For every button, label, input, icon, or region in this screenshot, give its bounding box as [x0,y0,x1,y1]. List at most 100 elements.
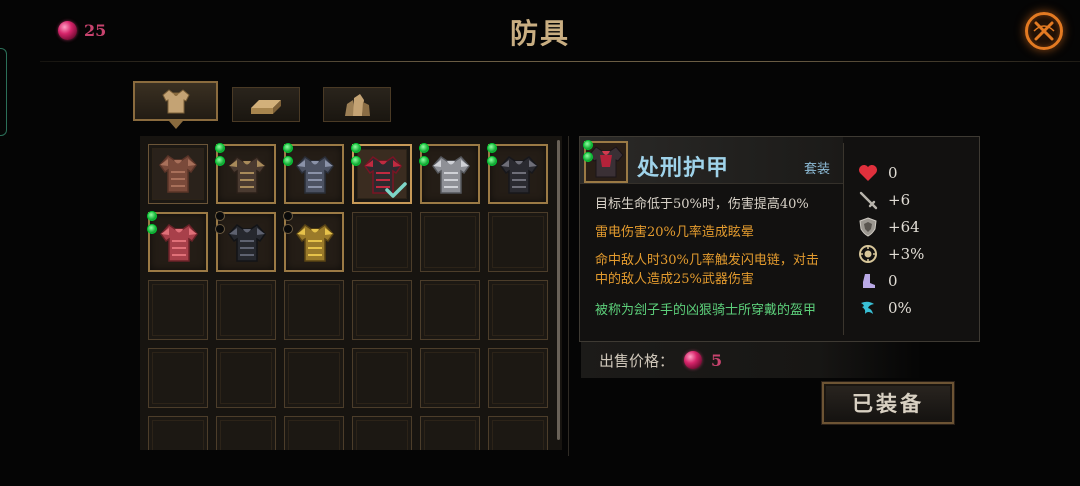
inventory-slot-black-spiked[interactable] [215,211,276,272]
socket-dot [583,140,593,150]
golden-armor-icon [296,224,334,262]
socket-dot [283,224,293,234]
item-name: 处刑护甲 [637,155,730,181]
item-detail-panel: 处刑护甲 套装 目标生命低于50%时，伤害提高40% 雷电伤害20%几率造成眩晕… [579,136,980,342]
stat-health: 0 [858,162,898,184]
socket-dot [419,156,429,166]
socket-dot [283,156,293,166]
socket-dot [351,143,361,153]
close-icon [1033,21,1055,41]
inventory-slot-leather[interactable] [148,144,208,204]
active-tab-pointer [169,121,183,129]
inventory-slot-empty[interactable] [420,280,480,340]
shield-icon [859,217,877,237]
socket-dot [215,143,225,153]
inventory-slot-brown-plate[interactable] [215,143,276,204]
stat-value: +3% [888,245,925,263]
panel-divider [568,136,569,456]
set-tag[interactable]: 套装 [804,158,830,177]
inventory-slot-empty[interactable] [216,416,276,450]
page-title: 防具 [509,17,570,50]
sell-price-label: 出售价格： [599,351,675,370]
socket-dot [215,224,225,234]
inventory-slot-empty[interactable] [352,280,412,340]
stat-value: 0 [888,164,898,182]
inventory-slot-empty[interactable] [284,280,344,340]
top-bar: 25 防具 [0,0,1080,62]
steel-plate-armor-icon [296,156,334,194]
inventory-slot-empty[interactable] [488,212,548,272]
inventory-slot-empty[interactable] [216,280,276,340]
inventory-slot-golden[interactable] [283,211,344,272]
inventory-slot-dark-plate[interactable] [487,143,548,204]
dark-plate-armor-icon [500,156,538,194]
tab-armor[interactable] [133,81,218,121]
effect-line-2: 雷电伤害20%几率造成眩晕 [595,225,754,240]
inventory-slot-empty[interactable] [148,280,208,340]
leather-armor-icon [159,155,197,193]
socket-dot [487,156,497,166]
socket-dot [215,211,225,221]
stat-speed: 0 [858,270,898,292]
inventory-slot-empty[interactable] [352,416,412,450]
sell-price-value: 5 [711,350,723,370]
sell-price-row: 出售价格： 5 [581,342,921,378]
socket-dot [147,211,157,221]
silver-plate-armor-icon [432,156,470,194]
item-detail-header: 处刑护甲 套装 [580,137,843,184]
stats-divider [843,143,844,335]
tab-materials[interactable] [232,87,300,122]
stat-defense: +64 [858,216,920,238]
close-button[interactable] [1025,12,1063,50]
inventory-slot-empty[interactable] [216,348,276,408]
armor-icon [161,89,190,114]
stat-value: 0 [888,272,898,290]
socket-dot [487,143,497,153]
boot-icon [863,274,875,288]
inventory-scrollbar[interactable] [557,140,560,440]
stat-crit: +3% [858,243,924,265]
inventory-slot-empty[interactable] [284,416,344,450]
inventory-slot-silver-plate[interactable] [419,143,480,204]
inventory-slot-empty[interactable] [352,348,412,408]
inventory-slot-empty[interactable] [148,348,208,408]
equipped-button[interactable]: 已装备 [822,382,954,424]
stat-value: +64 [888,218,920,236]
gem-icon [684,351,703,369]
inventory-slot-empty[interactable] [352,212,412,272]
inventory-slot-empty[interactable] [488,416,548,450]
socket-dot [419,143,429,153]
ore-icon [345,93,370,116]
effect-line-3b: 中的敌人造成25%武器伤害 [595,272,754,287]
side-drawer-tab[interactable] [0,48,7,136]
effect-line-1: 目标生命低于50%时，伤害提高40% [595,197,809,212]
socket-dot [215,156,225,166]
inventory-slot-steel-plate[interactable] [283,143,344,204]
stat-value: +6 [888,191,911,209]
stat-value: 0% [888,299,912,317]
inventory-slot-empty[interactable] [148,416,208,450]
socket-dot [583,152,593,162]
crit-icon [859,245,877,263]
inventory-slot-empty[interactable] [420,212,480,272]
inventory-slot-crimson[interactable] [147,211,208,272]
inventory-slot-empty[interactable] [420,348,480,408]
socket-dot [283,211,293,221]
stat-dodge: 0% [858,297,912,319]
crimson-armor-icon [160,224,198,262]
inventory-slot-empty[interactable] [284,348,344,408]
ingot-icon [251,99,281,114]
header-divider [40,61,1080,62]
inventory-slot-empty[interactable] [488,348,548,408]
inventory-slot-empty[interactable] [420,416,480,450]
inventory-grid [140,136,562,450]
socket-dot [147,224,157,234]
socket-dot [351,156,361,166]
lore-text: 被称为刽子手的凶狠骑士所穿戴的盔甲 [595,303,817,318]
dodge-icon [861,301,874,314]
inventory-slot-empty[interactable] [488,280,548,340]
tab-ores[interactable] [323,87,391,122]
black-spiked-armor-icon [228,224,266,262]
inventory-slot-executioner[interactable] [351,143,412,204]
socket-dot [283,143,293,153]
